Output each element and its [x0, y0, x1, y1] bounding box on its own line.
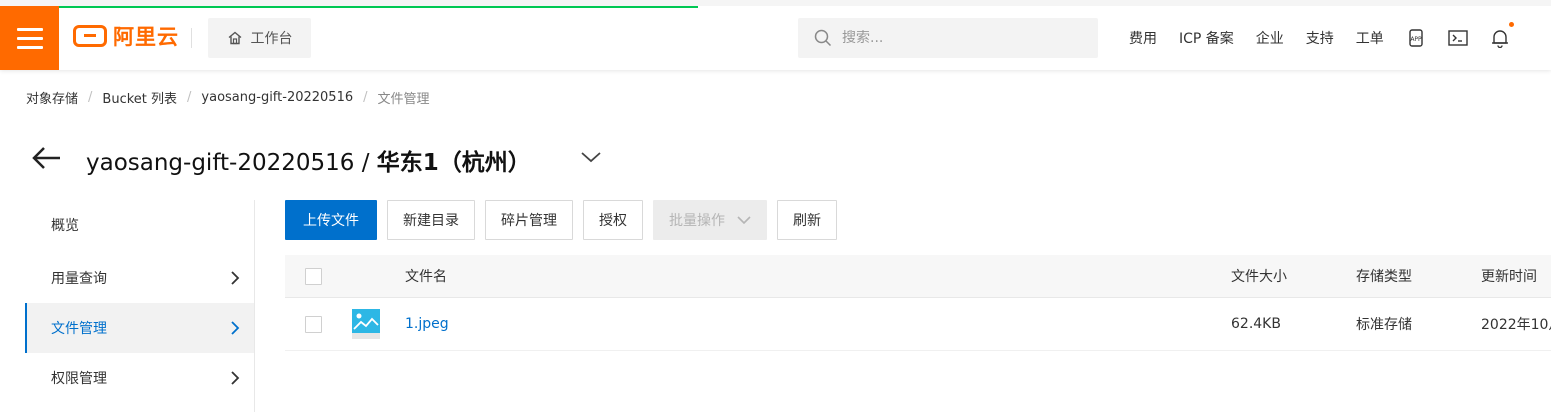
menu-line-icon: [16, 27, 43, 31]
breadcrumb-bucket[interactable]: yaosang-gift-20220516: [201, 90, 353, 105]
divider: [191, 28, 192, 48]
bucket-switch-dropdown[interactable]: [579, 147, 603, 167]
column-header-updated[interactable]: 更新时间: [1481, 255, 1537, 297]
batch-operations-button[interactable]: 批量操作: [653, 200, 767, 240]
file-toolbar: 上传文件 新建目录 碎片管理 授权 批量操作 刷新: [285, 200, 837, 240]
bucket-name: yaosang-gift-20220516 /: [86, 150, 377, 176]
chevron-down-icon: [737, 216, 751, 225]
aliyun-logo-icon: [73, 25, 107, 47]
progress-line: [0, 6, 1551, 8]
svg-text:APP: APP: [1410, 36, 1422, 43]
table-row: 1.jpeg 62.4KB 标准存储 2022年10月: [285, 298, 1551, 351]
updated-time-cell: 2022年10月: [1481, 317, 1551, 333]
terminal-icon[interactable]: [1446, 26, 1470, 50]
column-header-name[interactable]: 文件名: [405, 255, 447, 297]
nav-ticket[interactable]: 工单: [1345, 28, 1395, 48]
menu-line-icon: [16, 45, 43, 49]
file-size-cell: 62.4KB: [1231, 316, 1281, 332]
sidebar-item-label: 文件管理: [51, 321, 107, 337]
sidebar-item-overview[interactable]: 概览: [25, 200, 254, 250]
top-nav: 费用 ICP 备案 企业 支持 工单 APP: [1118, 22, 1521, 52]
notification-dot: [1508, 22, 1514, 27]
breadcrumb-current: 文件管理: [377, 92, 430, 107]
header-checkbox-cell: [305, 255, 322, 297]
hamburger-menu-button[interactable]: [0, 6, 59, 70]
workbench-button[interactable]: 工作台: [208, 18, 311, 58]
breadcrumb-bucket-list[interactable]: Bucket 列表: [102, 88, 177, 107]
breadcrumb-separator: /: [363, 90, 368, 105]
chevron-right-icon: [231, 321, 240, 335]
new-directory-button[interactable]: 新建目录: [387, 200, 475, 240]
select-all-checkbox[interactable]: [305, 267, 322, 285]
region-name: 华东1（杭州）: [376, 150, 531, 176]
column-header-size[interactable]: 文件大小: [1231, 255, 1287, 297]
upload-file-button[interactable]: 上传文件: [285, 200, 377, 240]
home-icon: [228, 31, 241, 45]
storage-type-cell: 标准存储: [1356, 317, 1412, 333]
search-input[interactable]: [842, 30, 1062, 46]
bell-icon[interactable]: [1488, 22, 1514, 50]
file-name-link[interactable]: 1.jpeg: [405, 316, 449, 332]
chevron-right-icon: [231, 271, 240, 285]
menu-line-icon: [16, 36, 43, 40]
nav-support[interactable]: 支持: [1295, 28, 1345, 48]
column-header-storage[interactable]: 存储类型: [1356, 255, 1412, 297]
workbench-label: 工作台: [250, 31, 293, 47]
chevron-right-icon: [231, 371, 240, 385]
nav-enterprise[interactable]: 企业: [1245, 28, 1295, 48]
refresh-button[interactable]: 刷新: [777, 200, 837, 240]
table-header: 文件名 文件大小 存储类型 更新时间: [285, 255, 1551, 298]
search-icon: [814, 29, 832, 47]
arrow-left-icon: [32, 147, 60, 169]
sidebar-item-label: 概览: [51, 218, 79, 234]
sidebar-item-files[interactable]: 文件管理: [25, 303, 254, 353]
authorize-button[interactable]: 授权: [583, 200, 643, 240]
sidebar-item-label: 用量查询: [51, 271, 107, 287]
global-search[interactable]: [798, 18, 1098, 58]
sidebar-item-usage[interactable]: 用量查询: [25, 253, 254, 303]
image-file-icon[interactable]: [352, 309, 380, 339]
sidebar-item-label: 权限管理: [51, 371, 107, 387]
aliyun-logo[interactable]: 阿里云: [73, 22, 179, 50]
breadcrumb-separator: /: [88, 90, 93, 105]
page-title: yaosang-gift-20220516 / 华东1（杭州）: [86, 143, 531, 177]
file-table: 文件名 文件大小 存储类型 更新时间 1.jpeg 62.4KB 标准存储 20…: [285, 255, 1551, 351]
row-checkbox-cell: [305, 298, 322, 350]
file-name-cell: 1.jpeg: [405, 298, 449, 350]
sidebar-item-permissions[interactable]: 权限管理: [25, 353, 254, 403]
app-icon[interactable]: APP: [1404, 26, 1428, 50]
chevron-down-icon: [581, 152, 601, 163]
nav-icp[interactable]: ICP 备案: [1168, 28, 1245, 48]
batch-operations-label: 批量操作: [669, 213, 725, 229]
fragment-management-button[interactable]: 碎片管理: [485, 200, 573, 240]
breadcrumb-separator: /: [187, 90, 192, 105]
row-checkbox[interactable]: [305, 315, 322, 333]
back-button[interactable]: [30, 143, 62, 173]
logo-text: 阿里云: [113, 25, 179, 49]
nav-billing[interactable]: 费用: [1118, 28, 1168, 48]
breadcrumb-oss[interactable]: 对象存储: [26, 88, 78, 107]
file-thumbnail-cell: [352, 298, 380, 350]
breadcrumb: 对象存储 / Bucket 列表 / yaosang-gift-20220516…: [26, 88, 430, 107]
sidebar: 概览 用量查询 文件管理 权限管理: [25, 200, 255, 412]
